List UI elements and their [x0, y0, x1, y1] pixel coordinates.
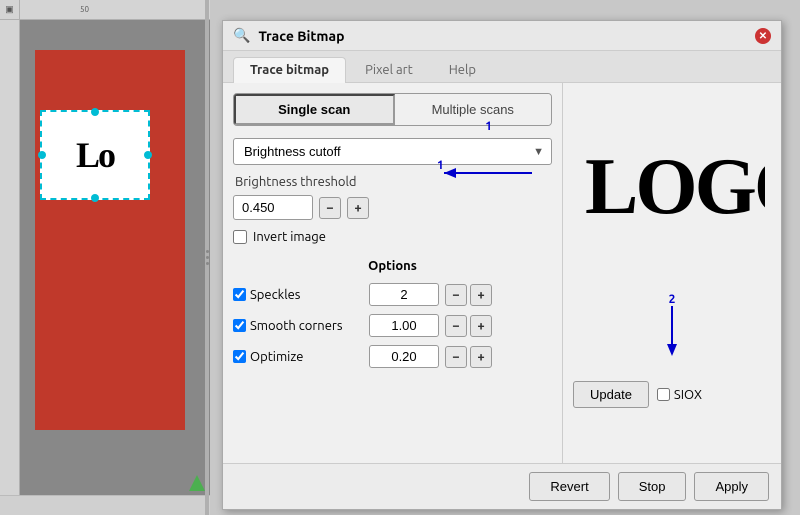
speckles-label: Speckles — [250, 288, 300, 302]
threshold-increment[interactable]: + — [347, 197, 369, 219]
annotation-1-label: 1 — [485, 120, 492, 133]
dialog-titlebar: 🔍 Trace Bitmap ✕ — [223, 21, 781, 51]
handle-bottom — [91, 194, 99, 202]
speckles-row: Speckles − + — [233, 283, 552, 306]
smooth-corners-increment[interactable]: + — [470, 315, 492, 337]
threshold-input[interactable] — [233, 195, 313, 220]
optimize-row: Optimize − + — [233, 345, 552, 368]
tab-help[interactable]: Help — [432, 57, 493, 82]
left-panel: Single scan Multiple scans 1 Brightness … — [223, 83, 563, 463]
handle-left — [38, 151, 46, 159]
smooth-corners-input[interactable] — [369, 314, 439, 337]
preview-logo: LOGO — [580, 128, 765, 243]
speckles-input[interactable] — [369, 283, 439, 306]
dialog-footer: Revert Stop Apply — [223, 463, 781, 509]
canvas-area: ▣ 50 Lo — [0, 0, 210, 515]
tabs-bar: Trace bitmap Pixel art Help — [223, 51, 781, 83]
dialog-title: Trace Bitmap — [258, 28, 747, 44]
ruler-top: 50 — [20, 0, 210, 20]
canvas-content: Lo — [20, 20, 210, 495]
close-button[interactable]: ✕ — [755, 28, 771, 44]
invert-checkbox[interactable] — [233, 230, 247, 244]
right-panel: LOGO 2 Update SIOX — [563, 83, 781, 463]
siox-checkbox[interactable] — [657, 388, 670, 401]
smooth-corners-label-container: Smooth corners — [233, 319, 363, 333]
speckles-increment[interactable]: + — [470, 284, 492, 306]
tab-pixel-art[interactable]: Pixel art — [348, 57, 430, 82]
threshold-decrement[interactable]: − — [319, 197, 341, 219]
red-background — [35, 50, 185, 430]
panel-separator — [205, 0, 209, 515]
invert-label: Invert image — [253, 230, 326, 244]
siox-label: SIOX — [674, 388, 702, 402]
smooth-corners-decrement[interactable]: − — [445, 315, 467, 337]
ruler-tick-50: 50 — [80, 5, 89, 14]
siox-container: SIOX — [657, 388, 702, 402]
logo-box: Lo — [40, 110, 150, 200]
stop-button[interactable]: Stop — [618, 472, 687, 501]
trace-bitmap-dialog: 🔍 Trace Bitmap ✕ Trace bitmap Pixel art … — [222, 20, 782, 510]
optimize-input[interactable] — [369, 345, 439, 368]
dropdown-row: Brightness cutoff Edge detection Color q… — [233, 138, 552, 165]
tab-trace-bitmap[interactable]: Trace bitmap — [233, 57, 346, 83]
revert-button[interactable]: Revert — [529, 472, 609, 501]
optimize-label-container: Optimize — [233, 350, 363, 364]
speckles-decrement[interactable]: − — [445, 284, 467, 306]
update-siox-row: Update SIOX — [573, 381, 702, 408]
handle-right — [144, 151, 152, 159]
annotation-arrow-2 — [662, 306, 682, 356]
smooth-corners-row: Smooth corners − + — [233, 314, 552, 337]
optimize-steppers: − + — [445, 346, 492, 368]
speckles-steppers: − + — [445, 284, 492, 306]
dialog-icon: 🔍 — [233, 27, 250, 44]
corner-indicator: ▣ — [5, 4, 14, 15]
threshold-value-row: − + — [233, 195, 552, 220]
optimize-decrement[interactable]: − — [445, 346, 467, 368]
speckles-checkbox[interactable] — [233, 288, 246, 301]
dialog-body: Single scan Multiple scans 1 Brightness … — [223, 83, 781, 463]
threshold-label: Brightness threshold — [233, 175, 552, 189]
annotation-num-2: 2 — [669, 293, 676, 306]
logo-svg: LOGO — [580, 128, 765, 228]
optimize-checkbox[interactable] — [233, 350, 246, 363]
annotation-2-container: 2 — [662, 293, 682, 356]
smooth-corners-checkbox[interactable] — [233, 319, 246, 332]
invert-row: Invert image — [233, 230, 552, 244]
apply-button[interactable]: Apply — [694, 472, 769, 501]
ruler-left — [0, 20, 20, 515]
canvas-logo-text: Lo — [76, 134, 114, 176]
optimize-increment[interactable]: + — [470, 346, 492, 368]
smooth-corners-steppers: − + — [445, 315, 492, 337]
optimize-label: Optimize — [250, 350, 303, 364]
update-button[interactable]: Update — [573, 381, 649, 408]
sep-dot-1 — [206, 250, 209, 253]
sep-dot-2 — [206, 256, 209, 259]
svg-text:LOGO: LOGO — [585, 143, 765, 228]
scrollbar-bottom[interactable] — [0, 495, 210, 515]
options-title: Options — [233, 259, 552, 273]
annotation-num-1: 1 — [485, 120, 492, 133]
smooth-corners-label: Smooth corners — [250, 319, 342, 333]
single-scan-button[interactable]: Single scan — [234, 94, 395, 125]
dropdown-container: 1 Brightness cutoff Edge detection Color… — [233, 138, 552, 165]
speckles-label-container: Speckles — [233, 288, 363, 302]
sep-dot-3 — [206, 262, 209, 265]
brightness-dropdown[interactable]: Brightness cutoff Edge detection Color q… — [233, 138, 552, 165]
handle-top — [91, 108, 99, 116]
scan-buttons: Single scan Multiple scans — [233, 93, 552, 126]
ruler-corner: ▣ — [0, 0, 20, 20]
multiple-scans-button[interactable]: Multiple scans — [395, 94, 552, 125]
